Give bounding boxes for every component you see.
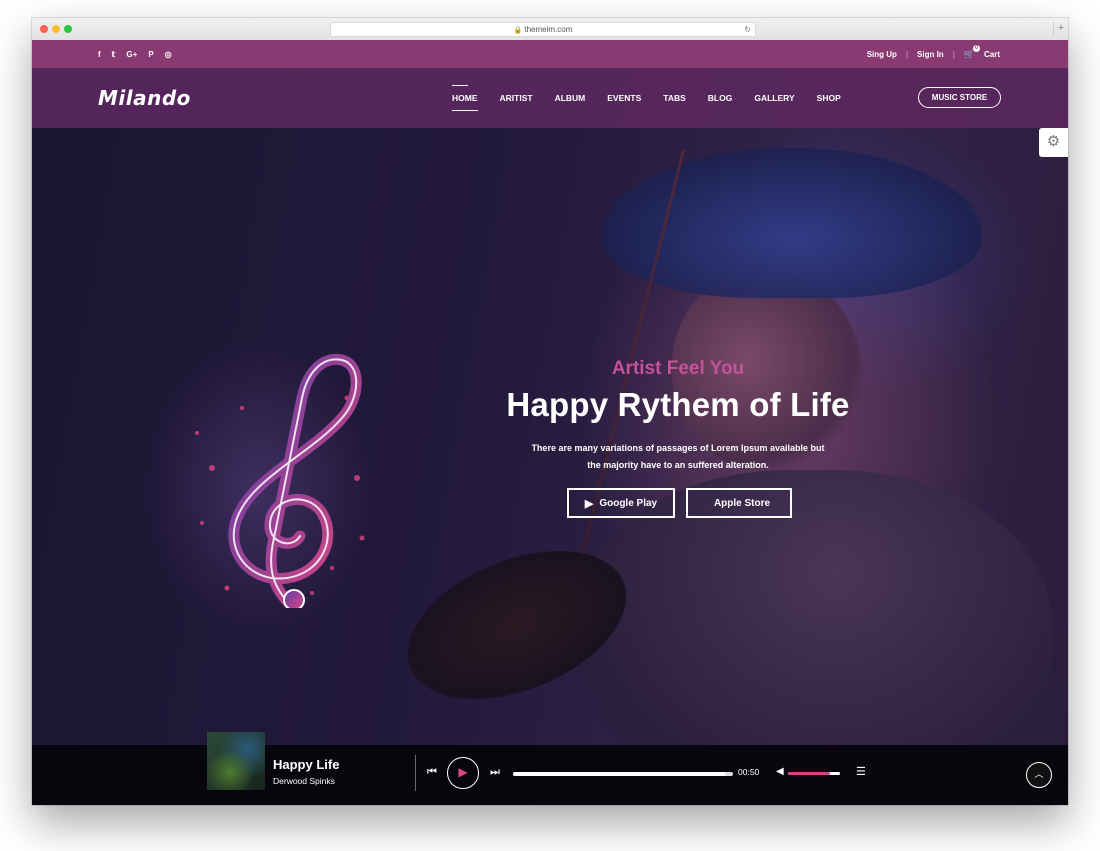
nav-item-album[interactable]: ALBUM (555, 91, 586, 105)
volume-slider[interactable] (788, 772, 840, 775)
nav-item-tabs[interactable]: TABS (663, 91, 686, 105)
nav-item-events[interactable]: EVENTS (607, 91, 641, 105)
description-line: the majority have to an suffered alterat… (587, 460, 769, 470)
lock-icon: 🔒 (513, 27, 523, 34)
sign-up-link[interactable]: Sing Up (867, 50, 897, 59)
sign-in-link[interactable]: Sign In (917, 50, 944, 59)
google-play-icon: ▶ (584, 497, 594, 510)
facebook-icon[interactable]: f (98, 50, 101, 59)
social-links: f 𝕥 G+ P ◎ (98, 40, 172, 68)
apple-store-label: Apple Store (713, 497, 771, 509)
progress-bar[interactable] (513, 772, 733, 776)
track-title: Happy Life (273, 757, 340, 772)
twitter-icon[interactable]: 𝕥 (112, 50, 116, 59)
playlist-icon[interactable]: ☰ (856, 765, 866, 778)
treble-clef-icon (195, 353, 365, 608)
album-art (207, 732, 265, 790)
cart-count-badge: 0 (972, 44, 980, 52)
site-logo[interactable]: Milando (98, 86, 191, 110)
track-artist: Derwood Spinks (273, 776, 335, 786)
current-time: 00:50 (738, 767, 760, 777)
play-button[interactable]: ▶ (447, 757, 479, 789)
music-store-button[interactable]: MUSIC STORE (918, 87, 1001, 108)
separator: | (905, 49, 909, 59)
cart-icon[interactable]: 🛒 0 (964, 44, 980, 60)
nav-item-home[interactable]: HOME (452, 85, 478, 111)
google-play-label: Google Play (599, 497, 658, 509)
audio-player: Happy Life Derwood Spinks ⏮ ▶ ⏭ 00:50 ◀ … (32, 732, 1068, 805)
close-window-button[interactable] (40, 25, 48, 33)
volume-fill (788, 772, 830, 775)
hero-description: There are many variations of passages of… (528, 440, 828, 474)
apple-store-button[interactable]: Apple Store (686, 488, 792, 518)
account-links: Sing Up | Sign In | 🛒 0 Cart (867, 40, 1000, 68)
scroll-to-top-button[interactable]: ︿ (1026, 762, 1052, 788)
google-plus-icon[interactable]: G+ (126, 50, 137, 59)
description-line: There are many variations of passages of… (531, 443, 825, 453)
minimize-window-button[interactable] (52, 25, 60, 33)
address-bar[interactable]: 🔒 themeim.com ↻ (330, 22, 756, 37)
instagram-icon[interactable]: ◎ (165, 50, 172, 59)
url-text: themeim.com (524, 25, 573, 34)
hero-headline: Happy Rythem of Life (506, 386, 850, 423)
pinterest-icon[interactable]: P (148, 50, 153, 59)
reload-icon[interactable]: ↻ (744, 23, 751, 36)
main-header: Milando HOME ARITIST ALBUM EVENTS TABS B… (32, 68, 1068, 128)
player-divider (415, 755, 416, 791)
nav-item-gallery[interactable]: GALLERY (754, 91, 794, 105)
new-tab-button[interactable]: + (1053, 22, 1068, 36)
nav-item-shop[interactable]: SHOP (817, 91, 841, 105)
google-play-button[interactable]: ▶ Google Play (567, 488, 675, 518)
next-track-icon[interactable]: ⏭ (490, 766, 500, 779)
violinist-hat-image (602, 148, 982, 298)
volume-icon[interactable]: ◀ (776, 766, 784, 777)
separator: | (952, 49, 955, 59)
zoom-window-button[interactable] (64, 25, 72, 33)
cart-link[interactable]: Cart (984, 50, 1000, 59)
progress-fill (513, 772, 727, 776)
browser-chrome: 🔒 themeim.com ↻ + (32, 18, 1068, 41)
settings-gear-icon[interactable]: ⚙ (1039, 128, 1068, 157)
top-bar: f 𝕥 G+ P ◎ Sing Up | Sign In | 🛒 0 Cart (32, 40, 1068, 68)
nav-item-artist[interactable]: ARITIST (500, 91, 533, 105)
hero-kicker: Artist Feel You (611, 358, 745, 379)
previous-track-icon[interactable]: ⏮ (427, 766, 437, 779)
nav-item-blog[interactable]: BLOG (708, 91, 733, 105)
main-nav: HOME ARITIST ALBUM EVENTS TABS BLOG GALL… (452, 68, 841, 128)
browser-window: 🔒 themeim.com ↻ + f 𝕥 G+ P ◎ Sing Up | Si… (32, 18, 1068, 805)
